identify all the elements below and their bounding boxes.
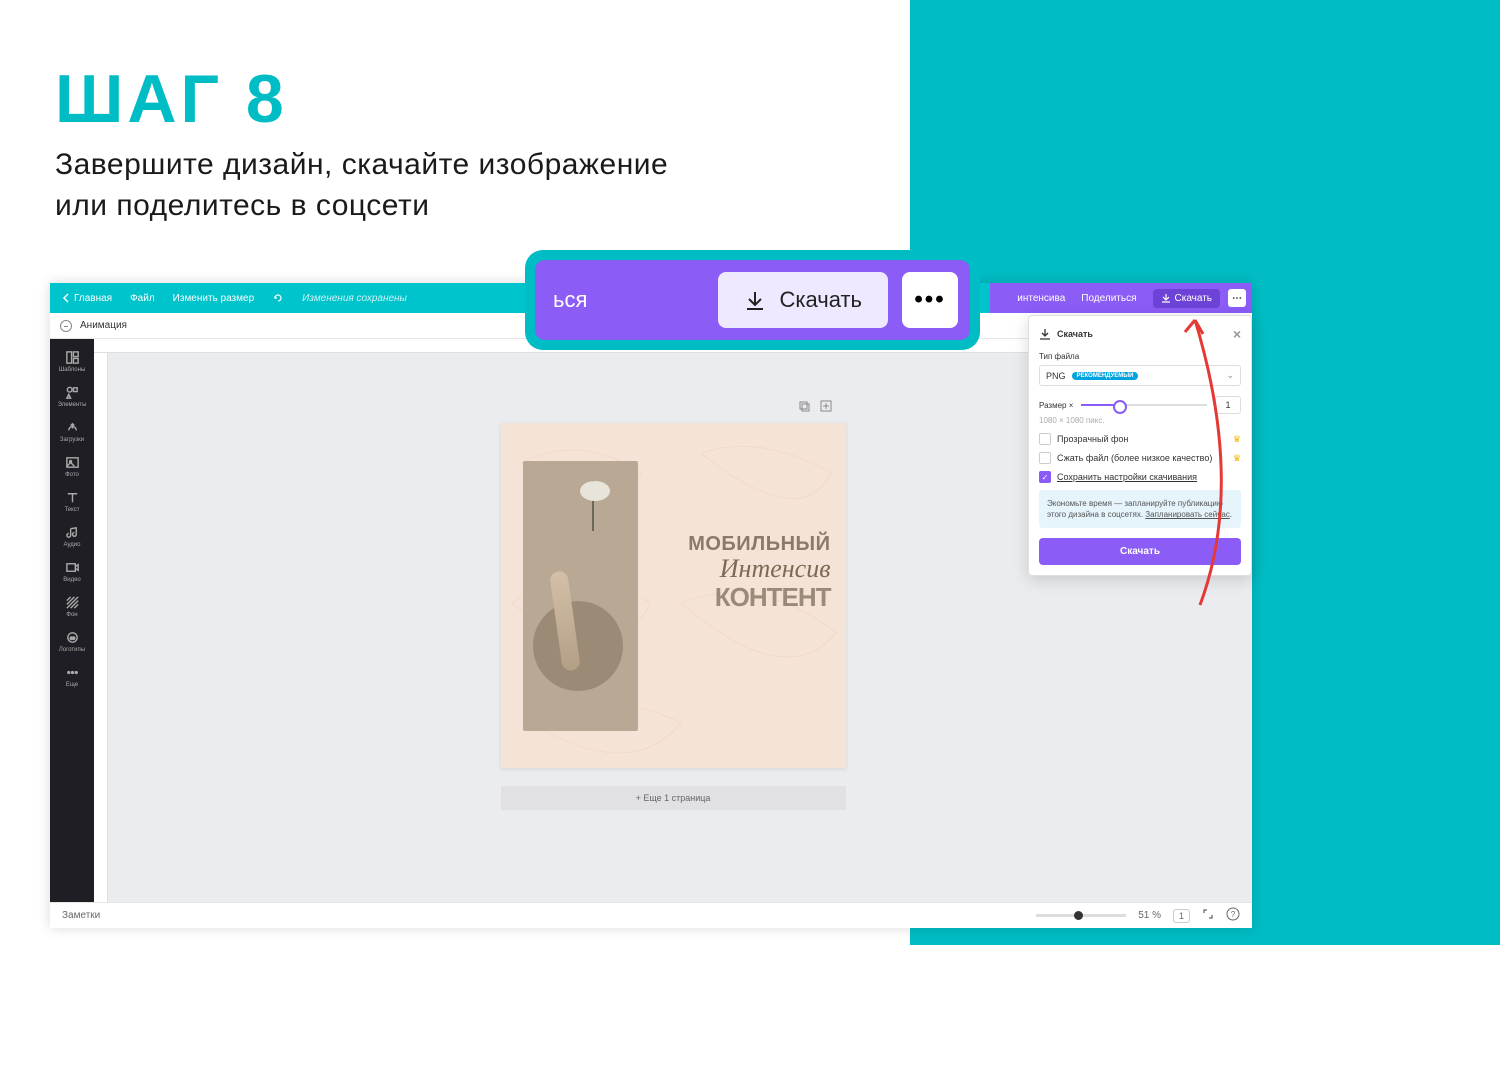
nav-audio[interactable]: Аудио xyxy=(50,520,94,553)
nav-logos[interactable]: coЛоготипы xyxy=(50,625,94,658)
svg-text:co: co xyxy=(70,635,75,640)
design-text-3: КОНТЕНТ xyxy=(688,582,830,613)
schedule-link[interactable]: Запланировать сейчас xyxy=(1145,510,1230,519)
resize-menu[interactable]: Изменить размер xyxy=(173,293,254,304)
callout-bubble: ься Скачать ••• xyxy=(525,250,980,350)
checkbox-compress[interactable] xyxy=(1039,452,1051,464)
opt-savesettings-row[interactable]: ✓ Сохранить настройки скачивания xyxy=(1039,471,1241,483)
design-page[interactable]: МОБИЛЬНЫЙ Интенсив КОНТЕНТ xyxy=(501,423,846,768)
crown-icon: ♛ xyxy=(1233,434,1241,445)
zoom-value[interactable]: 51 % xyxy=(1138,910,1161,921)
checkbox-transparent[interactable] xyxy=(1039,433,1051,445)
nav-elements[interactable]: Элементы xyxy=(50,380,94,413)
callout-more-button[interactable]: ••• xyxy=(902,272,958,328)
popover-download-button[interactable]: Скачать xyxy=(1039,538,1241,565)
nav-video[interactable]: Видео xyxy=(50,555,94,588)
add-page-button[interactable]: + Еще 1 страница xyxy=(501,786,846,810)
download-popover: Скачать × Тип файла PNG РЕКОМЕНДУЕМЫЙ ⌄ … xyxy=(1028,315,1252,576)
chevron-down-icon: ⌄ xyxy=(1226,370,1234,381)
nav-more[interactable]: Еще xyxy=(50,660,94,693)
share-button[interactable]: Поделиться xyxy=(1073,289,1144,308)
step-subtitle-line1: Завершите дизайн, скачайте изображение xyxy=(55,148,668,181)
side-nav: Шаблоны Элементы Загрузки Фото Текст Ауд… xyxy=(50,339,94,902)
opt-transparent-row[interactable]: Прозрачный фон ♛ xyxy=(1039,433,1241,445)
save-status: Изменения сохранены xyxy=(302,293,407,304)
step-subtitle-line2: или поделитесь в соцсети xyxy=(55,189,429,222)
design-text-1: МОБИЛЬНЫЙ xyxy=(688,533,830,556)
size-label: Размер × xyxy=(1039,401,1073,410)
notes-button[interactable]: Заметки xyxy=(62,910,100,921)
help-icon[interactable]: ? xyxy=(1226,907,1240,924)
animation-icon[interactable] xyxy=(60,320,72,332)
opt-compress-row[interactable]: Сжать файл (более низкое качество) ♛ xyxy=(1039,452,1241,464)
undo-icon[interactable] xyxy=(272,292,284,304)
step-title: ШАГ 8 xyxy=(55,60,288,138)
popover-title: Скачать xyxy=(1057,329,1093,339)
doc-title-fragment: интенсива xyxy=(1017,293,1065,304)
download-icon xyxy=(744,289,766,311)
checkbox-savesettings[interactable]: ✓ xyxy=(1039,471,1051,483)
step-subtitle: Завершите дизайн, скачайте изображение и… xyxy=(55,145,668,226)
page-indicator[interactable]: 1 xyxy=(1173,909,1190,923)
right-header-bar: интенсива Поделиться Скачать ⋯ xyxy=(990,283,1252,313)
design-text-2: Интенсив xyxy=(688,554,830,584)
add-page-icon[interactable] xyxy=(820,399,832,417)
size-value-input[interactable]: 1 xyxy=(1215,396,1241,414)
nav-photos[interactable]: Фото xyxy=(50,450,94,483)
file-menu[interactable]: Файл xyxy=(130,293,155,304)
design-text-block[interactable]: МОБИЛЬНЫЙ Интенсив КОНТЕНТ xyxy=(688,533,830,613)
bottom-bar: Заметки 51 % 1 ? xyxy=(50,902,1252,928)
svg-text:?: ? xyxy=(1231,910,1236,919)
header-more-button[interactable]: ⋯ xyxy=(1228,289,1246,307)
ruler-vertical xyxy=(94,353,108,902)
page-tools xyxy=(798,399,832,417)
size-slider[interactable] xyxy=(1081,404,1207,406)
nav-text[interactable]: Текст xyxy=(50,485,94,518)
nav-uploads[interactable]: Загрузки xyxy=(50,415,94,448)
fullscreen-icon[interactable] xyxy=(1202,908,1214,923)
crown-icon: ♛ xyxy=(1233,453,1241,464)
download-icon xyxy=(1039,328,1051,340)
callout-fragment: ься xyxy=(553,287,587,313)
duplicate-page-icon[interactable] xyxy=(798,399,810,417)
design-photo[interactable] xyxy=(523,461,638,731)
home-label: Главная xyxy=(74,293,112,304)
filetype-select[interactable]: PNG РЕКОМЕНДУЕМЫЙ ⌄ xyxy=(1039,365,1241,386)
zoom-slider[interactable] xyxy=(1036,914,1126,917)
filetype-label: Тип файла xyxy=(1039,352,1241,361)
header-download-button[interactable]: Скачать xyxy=(1153,289,1221,308)
close-icon[interactable]: × xyxy=(1233,326,1241,342)
schedule-promo: Экономьте время — запланируйте публикаци… xyxy=(1039,490,1241,528)
callout-download-button[interactable]: Скачать xyxy=(718,272,889,328)
dimensions-text: 1080 × 1080 пикс. xyxy=(1039,416,1241,425)
filetype-value: PNG xyxy=(1046,371,1066,381)
home-button[interactable]: Главная xyxy=(62,293,112,304)
animation-label[interactable]: Анимация xyxy=(80,320,127,331)
recommended-badge: РЕКОМЕНДУЕМЫЙ xyxy=(1072,372,1139,380)
nav-background[interactable]: Фон xyxy=(50,590,94,623)
nav-templates[interactable]: Шаблоны xyxy=(50,345,94,378)
